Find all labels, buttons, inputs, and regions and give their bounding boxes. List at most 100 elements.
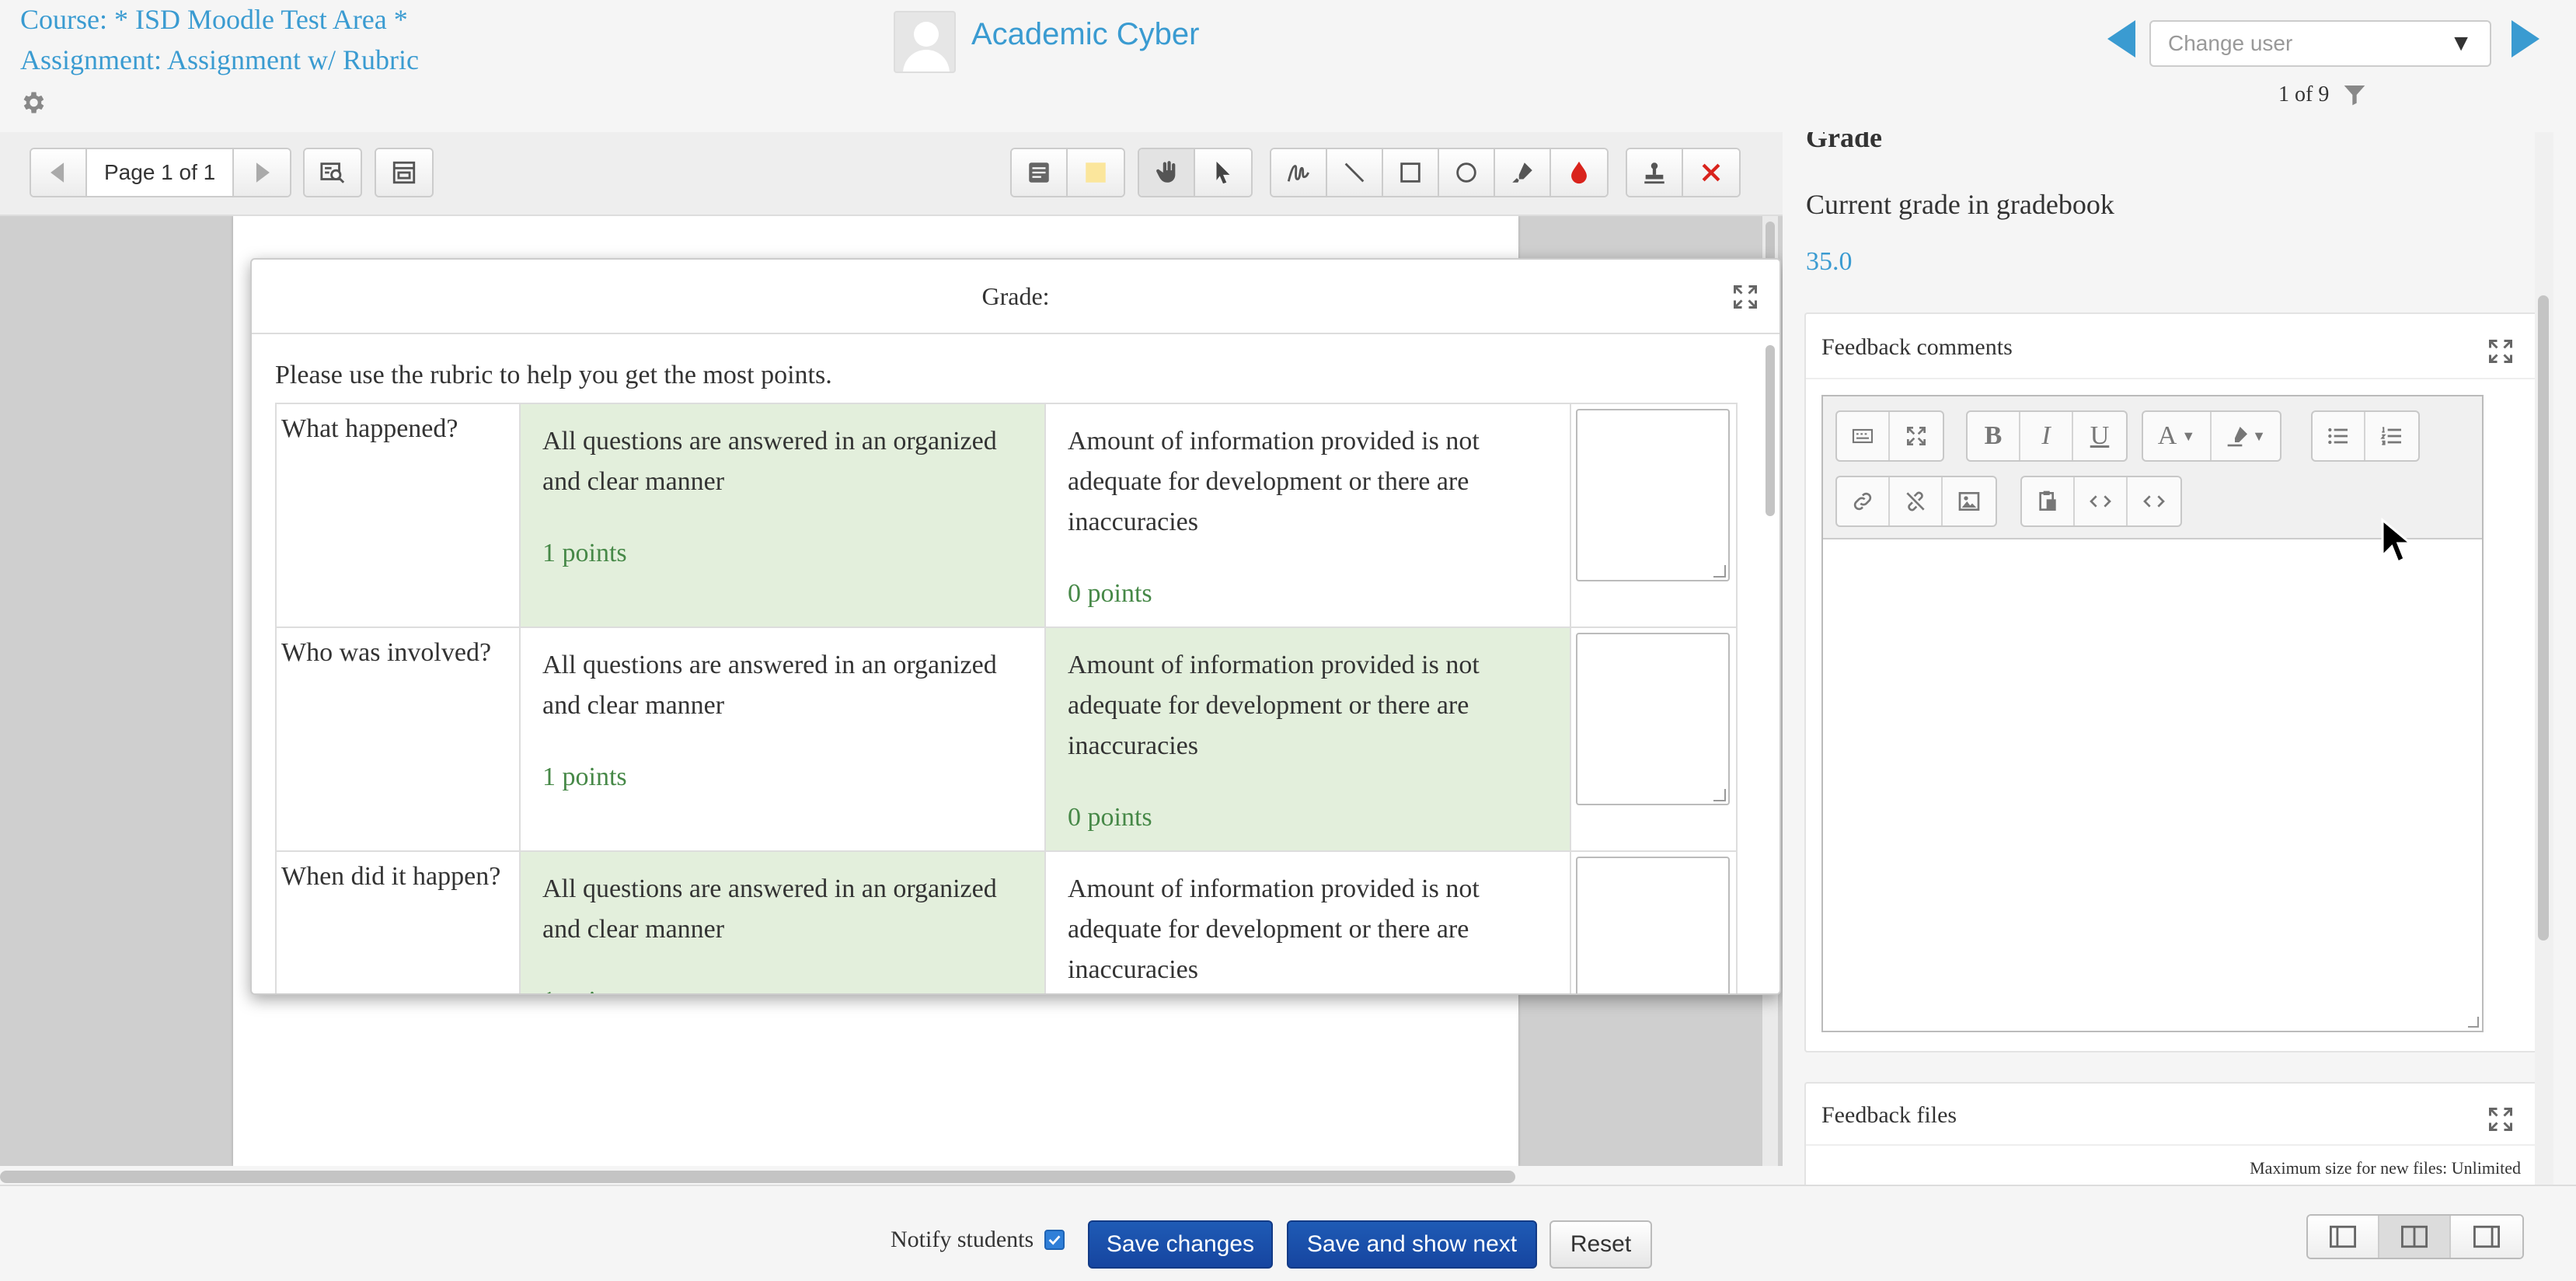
gear-icon[interactable] (19, 89, 50, 120)
save-changes-button[interactable]: Save changes (1088, 1220, 1273, 1269)
rubric-criterion-name: When did it happen? (275, 850, 521, 993)
grade-dialog-scroll-thumb[interactable] (1766, 345, 1775, 516)
paste-icon[interactable] (2022, 477, 2075, 525)
rubric-level-score: 1 points (542, 763, 627, 791)
grade-dialog: Grade: Please use the rubric to help you… (250, 258, 1781, 995)
stamp-tool-icon[interactable] (1627, 149, 1683, 196)
caret-down-icon: ▼ (2449, 30, 2473, 56)
user-name-link[interactable]: Academic Cyber (971, 17, 1199, 52)
rubric-criterion-name: What happened? (275, 403, 521, 628)
feedback-text-area[interactable] (1823, 539, 2482, 1032)
rubric-remark-cell (1570, 627, 1738, 852)
document-horizontal-scrollbar[interactable] (0, 1171, 1515, 1183)
current-grade-label: Current grade in gradebook (1806, 189, 2114, 220)
rubric-level-definition: Amount of information provided is not ad… (1068, 651, 1480, 760)
editor-toolbar-group-6 (2020, 476, 2182, 527)
feedback-files-section: Feedback files Maximum size for new file… (1804, 1082, 2538, 1185)
grade-dialog-body: Please use the rubric to help you get th… (252, 334, 1779, 993)
grade-panel: Grade Current grade in gradebook 35.0 Fe… (1783, 132, 2576, 1185)
html-source-icon[interactable] (2075, 477, 2128, 525)
stamp-delete-group (1626, 148, 1741, 197)
expand-icon[interactable] (1731, 283, 1759, 311)
mouse-pointer-icon (2379, 517, 2414, 566)
grade-dialog-header: Grade: (252, 260, 1779, 334)
unordered-list-icon[interactable] (2313, 412, 2365, 460)
default-layout-button[interactable] (2379, 1216, 2451, 1258)
editor-toolbar-group-2: B I U (1966, 410, 2128, 462)
feedback-comments-section: Feedback comments B I U A ▼ ▼ (1804, 312, 2538, 1052)
insert-image-icon[interactable] (1943, 477, 1996, 525)
change-user-select[interactable]: Change user ▼ (2149, 20, 2491, 67)
toolbar-toggle-icon[interactable] (1837, 412, 1890, 460)
reset-button[interactable]: Reset (1549, 1220, 1652, 1269)
rubric-criterion-row: What happened? All questions are answered… (275, 403, 1738, 628)
grade-dialog-title: Grade: (981, 281, 1050, 310)
previous-user-arrow-icon[interactable] (2107, 20, 2135, 58)
notify-students-checkbox[interactable] (1044, 1230, 1065, 1250)
highlighter-tool-icon[interactable] (1495, 149, 1551, 196)
filter-icon[interactable] (2342, 82, 2369, 109)
highlight-color-swatch-icon[interactable] (1068, 149, 1124, 196)
background-color-icon[interactable]: ▼ (2212, 412, 2280, 460)
page-navigation: Page 1 of 1 (30, 148, 292, 197)
comment-bank-icon[interactable] (376, 149, 432, 196)
underline-icon[interactable]: U (2073, 412, 2126, 460)
italic-icon[interactable]: I (2020, 412, 2073, 460)
bold-icon[interactable]: B (1968, 412, 2020, 460)
assignment-link[interactable]: Assignment: Assignment w/ Rubric (20, 44, 419, 76)
search-comments-group (303, 148, 362, 197)
page-label: Page 1 of 1 (87, 149, 235, 196)
fullscreen-icon[interactable] (1890, 412, 1943, 460)
expand-icon[interactable] (2487, 1105, 2515, 1133)
link-icon[interactable] (1837, 477, 1890, 525)
search-comments-icon[interactable] (305, 149, 361, 196)
rubric-level-definition: All questions are answered in an organiz… (542, 874, 997, 944)
grade-heading: Grade (1806, 132, 1882, 153)
rubric-level[interactable]: Amount of information provided is not ad… (1044, 850, 1571, 993)
rubric-remark-cell (1570, 850, 1738, 993)
next-user-arrow-icon[interactable] (2512, 20, 2539, 58)
avatar[interactable] (894, 11, 956, 73)
rubric-remark-textarea[interactable] (1576, 633, 1730, 805)
font-color-icon[interactable]: A ▼ (2143, 412, 2212, 460)
rubric-level-definition: All questions are answered in an organiz… (542, 427, 997, 496)
comment-tool-icon[interactable] (1012, 149, 1068, 196)
rubric-criterion-row: Who was involved? All questions are answe… (275, 627, 1738, 852)
rubric-remark-textarea[interactable] (1576, 857, 1730, 993)
page-header: Course: * ISD Moodle Test Area * Assignm… (0, 0, 2576, 132)
rubric-remark-textarea[interactable] (1576, 409, 1730, 581)
editor-toolbar-group-3: A ▼ ▼ (2142, 410, 2281, 462)
collapse-grade-panel-button[interactable] (2308, 1216, 2379, 1258)
rubric-level[interactable]: Amount of information provided is not ad… (1044, 627, 1571, 852)
expand-comments-group (375, 148, 434, 197)
previous-page-button[interactable] (31, 149, 87, 196)
rubric-level[interactable]: All questions are answered in an organiz… (519, 850, 1046, 993)
course-link[interactable]: Course: * ISD Moodle Test Area * (20, 3, 408, 36)
ink-color-drop-icon[interactable] (1551, 149, 1607, 196)
ordered-list-icon[interactable] (2365, 412, 2418, 460)
resize-handle[interactable] (2468, 1017, 2479, 1028)
delete-annotation-icon[interactable] (1683, 149, 1739, 196)
code-view-icon[interactable] (2128, 477, 2180, 525)
unlink-icon[interactable] (1890, 477, 1943, 525)
feedback-editor: B I U A ▼ ▼ (1821, 395, 2484, 1032)
pan-hand-icon[interactable] (1139, 149, 1195, 196)
select-tools-group (1138, 148, 1253, 197)
rubric-level[interactable]: All questions are answered in an organiz… (519, 627, 1046, 852)
line-tool-icon[interactable] (1327, 149, 1383, 196)
rectangle-tool-icon[interactable] (1383, 149, 1439, 196)
next-page-button[interactable] (234, 149, 291, 196)
rubric-level[interactable]: Amount of information provided is not ad… (1044, 403, 1571, 628)
select-arrow-icon[interactable] (1195, 149, 1251, 196)
rubric-level-definition: All questions are answered in an organiz… (542, 651, 997, 720)
save-and-show-next-button[interactable]: Save and show next (1287, 1220, 1537, 1269)
panel-vertical-scroll-thumb[interactable] (2538, 295, 2549, 941)
rubric-level[interactable]: All questions are answered in an organiz… (519, 403, 1046, 628)
oval-tool-icon[interactable] (1439, 149, 1495, 196)
current-grade-value[interactable]: 35.0 (1806, 247, 1853, 277)
pen-tool-icon[interactable] (1271, 149, 1327, 196)
expand-icon[interactable] (2487, 337, 2515, 365)
rubric-level-definition: Amount of information provided is not ad… (1068, 427, 1480, 536)
collapse-review-panel-button[interactable] (2451, 1216, 2522, 1258)
rubric-table: What happened? All questions are answered… (275, 403, 1738, 993)
